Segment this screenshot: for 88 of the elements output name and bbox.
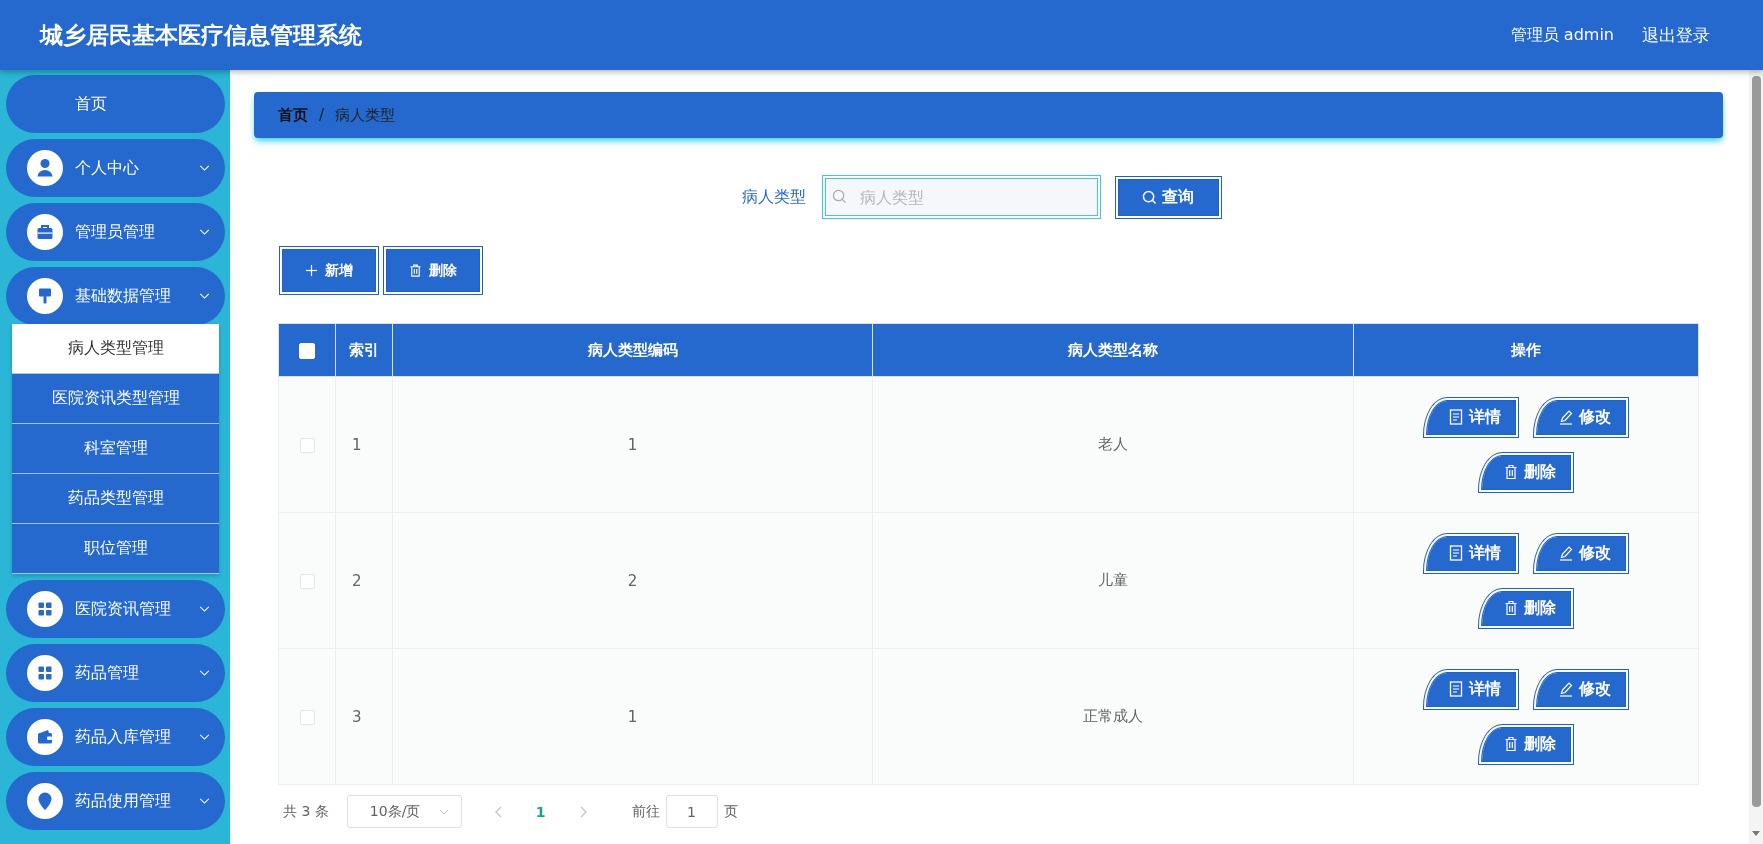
next-page-icon[interactable] bbox=[579, 805, 587, 818]
page-size-select[interactable]: 10条/页 bbox=[346, 795, 462, 828]
table-cell: 1 bbox=[335, 376, 393, 513]
submenu-item[interactable]: 药品类型管理 bbox=[12, 474, 219, 524]
breadcrumb-link[interactable]: 首页 bbox=[278, 105, 308, 125]
delete-button[interactable]: 删除 bbox=[383, 246, 483, 295]
chevron-down-icon bbox=[199, 734, 210, 740]
table-cell: 儿童 bbox=[872, 512, 1354, 649]
pencil-icon bbox=[1559, 545, 1573, 561]
submenu-item[interactable]: 医院资讯类型管理 bbox=[12, 374, 219, 424]
page-unit-label: 页 bbox=[723, 802, 738, 821]
delete-button[interactable]: 删除 bbox=[1478, 451, 1574, 493]
menu-item[interactable]: 管理员管理 bbox=[6, 203, 225, 261]
select-all-checkbox[interactable] bbox=[299, 342, 315, 359]
plus-icon bbox=[305, 264, 318, 277]
column-header: 病人类型编码 bbox=[392, 323, 873, 377]
chevron-down-icon bbox=[199, 798, 210, 804]
menu-item[interactable]: 药品入库管理 bbox=[6, 708, 225, 766]
trash-icon bbox=[409, 264, 422, 277]
delete-button[interactable]: 删除 bbox=[1478, 723, 1574, 765]
chevron-down-icon bbox=[199, 165, 210, 171]
breadcrumb-current: 病人类型 bbox=[335, 105, 396, 125]
edit-button[interactable]: 修改 bbox=[1533, 532, 1629, 574]
row-checkbox[interactable] bbox=[299, 573, 315, 589]
trash-icon bbox=[1504, 600, 1518, 616]
row-checkbox[interactable] bbox=[299, 437, 315, 453]
briefcase-icon bbox=[27, 214, 63, 250]
prev-page-icon[interactable] bbox=[494, 805, 502, 818]
column-header: 操作 bbox=[1353, 323, 1699, 377]
trash-icon bbox=[1504, 736, 1518, 752]
column-header: 索引 bbox=[335, 323, 393, 377]
wallet-icon bbox=[27, 719, 63, 755]
add-button[interactable]: 新增 bbox=[279, 246, 379, 295]
document-icon bbox=[1449, 681, 1463, 697]
submenu-item[interactable]: 科室管理 bbox=[12, 424, 219, 474]
total-count: 共 3 条 bbox=[283, 802, 329, 821]
breadcrumb-separator: / bbox=[319, 106, 325, 124]
user-label: 管理员 admin bbox=[1510, 24, 1614, 46]
table-cell: 2 bbox=[335, 512, 393, 649]
search-field[interactable]: 病人类型 bbox=[821, 175, 1101, 219]
grid-icon bbox=[27, 655, 63, 691]
table-cell: 正常成人 bbox=[872, 648, 1354, 785]
scrollbar-thumb[interactable] bbox=[1751, 76, 1761, 807]
table-cell: 2 bbox=[392, 512, 873, 649]
chevron-down-icon bbox=[199, 293, 210, 299]
pencil-icon bbox=[1559, 409, 1573, 425]
app-title: 城乡居民基本医疗信息管理系统 bbox=[40, 20, 362, 50]
menu-item[interactable]: 首页 bbox=[6, 75, 225, 133]
edit-button[interactable]: 修改 bbox=[1533, 396, 1629, 438]
edit-button[interactable]: 修改 bbox=[1533, 668, 1629, 710]
page-number[interactable]: 1 bbox=[531, 803, 550, 820]
grid-icon bbox=[27, 591, 63, 627]
submenu-item[interactable]: 职位管理 bbox=[12, 524, 219, 574]
search-icon bbox=[1142, 189, 1157, 205]
delete-button[interactable]: 删除 bbox=[1478, 587, 1574, 629]
trash-icon bbox=[1504, 464, 1518, 480]
brush-icon bbox=[27, 278, 63, 314]
search-label: 病人类型 bbox=[741, 186, 806, 208]
user-icon bbox=[27, 150, 63, 186]
location-pin-icon bbox=[27, 783, 63, 819]
menu-item[interactable]: 药品管理 bbox=[6, 644, 225, 702]
table-cell: 3 bbox=[335, 648, 393, 785]
pencil-icon bbox=[1559, 681, 1573, 697]
chevron-down-icon bbox=[199, 670, 210, 676]
caret-down-icon bbox=[438, 808, 449, 815]
menu-item[interactable]: 基础数据管理 bbox=[6, 267, 225, 325]
page-input[interactable]: 1 bbox=[665, 795, 718, 828]
search-icon bbox=[831, 189, 847, 204]
submenu-item[interactable]: 病人类型管理 bbox=[12, 324, 219, 374]
menu-item[interactable]: 医院资讯管理 bbox=[6, 580, 225, 638]
table-cell: 1 bbox=[392, 376, 873, 513]
logout-link[interactable]: 退出登录 bbox=[1642, 23, 1710, 47]
table-cell: 老人 bbox=[872, 376, 1354, 513]
column-header: 病人类型名称 bbox=[872, 323, 1354, 377]
chevron-down-icon bbox=[199, 606, 210, 612]
detail-button[interactable]: 详情 bbox=[1423, 668, 1519, 710]
detail-button[interactable]: 详情 bbox=[1423, 396, 1519, 438]
table-cell: 1 bbox=[392, 648, 873, 785]
query-button[interactable]: 查询 bbox=[1114, 175, 1222, 219]
menu-item[interactable]: 药品使用管理 bbox=[6, 772, 225, 830]
row-checkbox[interactable] bbox=[299, 709, 315, 725]
detail-button[interactable]: 详情 bbox=[1423, 532, 1519, 574]
scroll-down-icon[interactable] bbox=[1752, 831, 1760, 836]
document-icon bbox=[1449, 545, 1463, 561]
chevron-down-icon bbox=[199, 229, 210, 235]
menu-item[interactable]: 个人中心 bbox=[6, 139, 225, 197]
goto-label: 前往 bbox=[631, 802, 660, 821]
document-icon bbox=[1449, 409, 1463, 425]
